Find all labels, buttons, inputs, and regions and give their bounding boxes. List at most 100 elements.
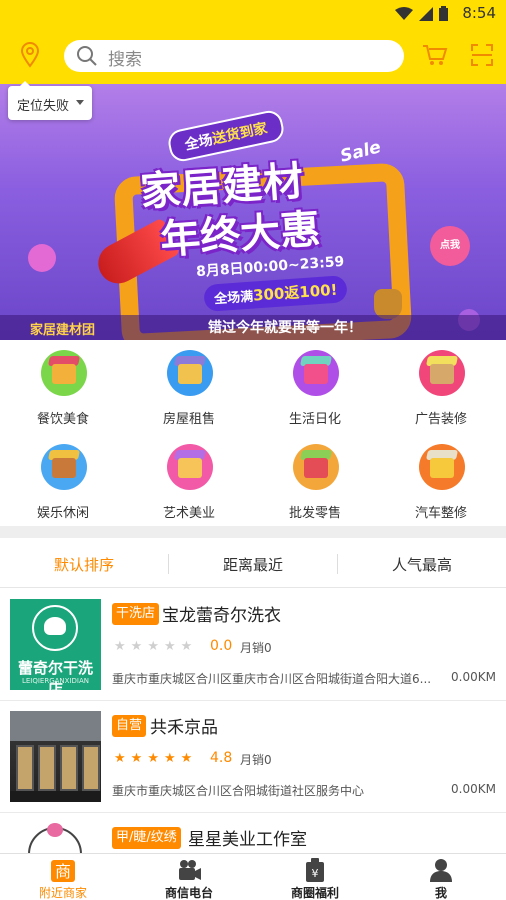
search-icon xyxy=(77,46,97,66)
battery-icon xyxy=(439,6,448,21)
star-icon: ★ xyxy=(180,639,193,654)
nav-me[interactable]: 我 xyxy=(378,854,504,900)
promo-banner[interactable]: 全场送货到家 家居建材 Sale 年终大惠 点我 8月8日00:00~23:59… xyxy=(0,84,506,340)
category-grid: 餐饮美食 房屋租售 生活日化 广告装修 娱乐休闲 艺术美业 批发零售 汽车整修 xyxy=(0,340,506,526)
status-bar: 8:54 xyxy=(0,0,506,26)
status-icons xyxy=(395,6,448,21)
star-icon: ★ xyxy=(147,639,159,654)
chevron-down-icon xyxy=(76,100,84,105)
shop-name: 共禾京品 xyxy=(150,718,218,738)
star-icon: ★ xyxy=(114,751,126,766)
category-label: 生活日化 xyxy=(288,412,341,427)
nav-nearby-shops[interactable]: 商 附近商家 xyxy=(0,854,126,900)
star-icon: ★ xyxy=(114,639,126,654)
wifi-icon xyxy=(395,6,413,20)
location-pin-icon[interactable] xyxy=(18,42,42,68)
search-bar[interactable]: 搜索 xyxy=(64,40,404,72)
car-repair-icon xyxy=(419,444,465,490)
tab-default-sort[interactable]: 默认排序 xyxy=(0,554,168,575)
nav-radio[interactable]: 商信电台 xyxy=(126,854,252,900)
top-header: 搜索 xyxy=(0,26,506,84)
nav-welfare[interactable]: ¥ 商圈福利 xyxy=(252,854,378,900)
category-label: 汽车整修 xyxy=(414,506,467,521)
category-label: 房屋租售 xyxy=(162,412,215,427)
star-icon: ★ xyxy=(130,639,143,654)
art-beauty-icon xyxy=(167,444,213,490)
video-camera-icon xyxy=(179,860,201,880)
banner-click-button[interactable]: 点我 xyxy=(430,226,470,266)
nav-label: 商圈福利 xyxy=(290,886,339,900)
monthly-sales: 月销0 xyxy=(240,753,272,767)
wholesale-icon xyxy=(293,444,339,490)
user-icon xyxy=(430,859,452,882)
banner-promo-prefix: 全场满 xyxy=(213,289,254,308)
banner-ribbon-prefix: 全场 xyxy=(183,132,215,154)
bottom-navigation: 商 附近商家 商信电台 ¥ 商圈福利 我 xyxy=(0,853,506,900)
shop-distance: 0.00KM xyxy=(451,670,496,684)
restaurant-icon xyxy=(41,350,87,396)
shop-category-badge: 甲/睫/纹绣 xyxy=(112,827,181,849)
scan-icon[interactable] xyxy=(470,43,494,67)
category-item[interactable]: 娱乐休闲 xyxy=(0,434,126,526)
shop-thumbnail: 蕾奇尔干洗店 LEIQIERGANXIDIAN xyxy=(10,599,101,690)
thumb-subtitle: LEIQIERGANXIDIAN xyxy=(21,677,90,685)
category-label: 娱乐休闲 xyxy=(36,506,89,521)
category-item[interactable]: 广告装修 xyxy=(378,340,504,432)
cart-icon[interactable] xyxy=(422,43,448,67)
shop-distance: 0.00KM xyxy=(451,782,496,796)
category-item[interactable]: 生活日化 xyxy=(252,340,378,432)
star-icon: ★ xyxy=(163,751,176,766)
search-placeholder: 搜索 xyxy=(108,50,142,70)
banner-decoration-ball xyxy=(28,244,56,272)
nav-label: 我 xyxy=(434,886,447,900)
rating-score: 0.0 xyxy=(210,638,233,654)
thumb-title: 蕾奇尔干洗店 xyxy=(17,659,93,690)
house-icon xyxy=(167,350,213,396)
category-label: 餐饮美食 xyxy=(36,412,89,427)
banner-ribbon-highlight: 送货到家 xyxy=(210,120,269,148)
signal-icon xyxy=(419,6,433,21)
sort-tabs: 默认排序 距离最近 人气最高 xyxy=(0,538,506,588)
rating-stars: ★ ★ ★ ★ ★ xyxy=(114,751,192,767)
star-icon: ★ xyxy=(180,751,193,766)
shop-thumbnail xyxy=(10,711,101,802)
svg-text:¥: ¥ xyxy=(312,867,319,880)
category-label: 批发零售 xyxy=(288,506,341,521)
category-label: 广告装修 xyxy=(414,412,467,427)
nav-label: 附近商家 xyxy=(38,886,87,900)
entertainment-icon xyxy=(41,444,87,490)
tab-most-popular[interactable]: 人气最高 xyxy=(338,554,506,575)
star-icon: ★ xyxy=(147,751,159,766)
category-label: 艺术美业 xyxy=(162,506,215,521)
status-time: 8:54 xyxy=(462,4,496,22)
category-item[interactable]: 汽车整修 xyxy=(378,434,504,526)
banner-slogan: 错过今年就要再等一年！ xyxy=(208,320,362,336)
svg-text:商: 商 xyxy=(55,862,71,881)
shop-icon: 商 xyxy=(51,860,75,882)
app-root: 8:54 搜索 全场送货到家 家居建材 Sale 年终大惠 点我 8月8日00:… xyxy=(0,0,506,900)
shop-list-item[interactable]: 蕾奇尔干洗店 LEIQIERGANXIDIAN 干洗店 宝龙蕾奇尔洗衣 ★ ★ … xyxy=(0,589,506,701)
category-item[interactable]: 餐饮美食 xyxy=(0,340,126,432)
windmill-icon xyxy=(419,350,465,396)
rating-score: 4.8 xyxy=(210,750,233,766)
dropdown-tip xyxy=(20,81,30,86)
shop-address: 重庆市重庆城区合川区重庆市合川区合阳城街道合阳大道6... xyxy=(112,672,432,686)
shop-name: 宝龙蕾奇尔洗衣 xyxy=(162,606,281,626)
shop-address: 重庆市重庆城区合川区合阳城街道社区服务中心 xyxy=(112,784,365,798)
category-item[interactable]: 艺术美业 xyxy=(126,434,252,526)
rating-stars: ★ ★ ★ ★ ★ xyxy=(114,639,192,655)
star-icon: ★ xyxy=(163,639,176,654)
location-dropdown[interactable]: 定位失败 xyxy=(8,81,92,120)
banner-brand: 家居建材团 xyxy=(30,323,96,338)
section-divider xyxy=(0,526,506,538)
category-item[interactable]: 批发零售 xyxy=(252,434,378,526)
star-icon: ★ xyxy=(130,751,143,766)
category-item[interactable]: 房屋租售 xyxy=(126,340,252,432)
shop-name: 星星美业工作室 xyxy=(188,830,307,850)
shop-category-badge: 干洗店 xyxy=(112,603,160,625)
location-status: 定位失败 xyxy=(17,99,70,114)
tab-nearest[interactable]: 距离最近 xyxy=(169,554,337,575)
lotus-icon xyxy=(44,617,66,635)
shop-list-item[interactable]: 自营 共禾京品 ★ ★ ★ ★ ★ 4.8 月销0 重庆市重庆城区合川区合阳城街… xyxy=(0,701,506,813)
coupon-bag-icon: ¥ xyxy=(306,858,324,882)
